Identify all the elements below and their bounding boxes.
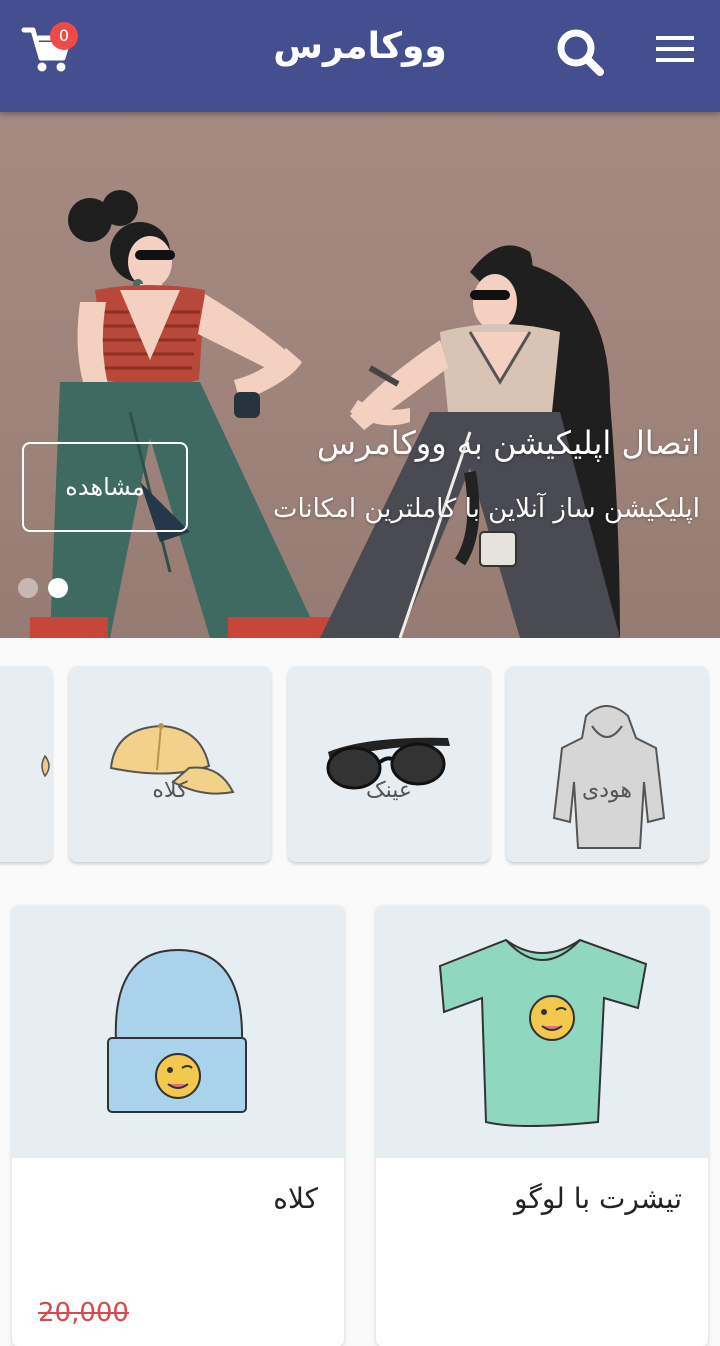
category-card-cap[interactable]: کلاه [69, 666, 271, 862]
hamburger-menu-icon [656, 36, 694, 62]
category-card-partial[interactable] [0, 666, 52, 862]
tshirt-icon [438, 938, 648, 1127]
product-image [12, 906, 344, 1158]
product-name: کلاه [273, 1182, 318, 1215]
slider-dot[interactable] [18, 578, 38, 598]
hero-banner[interactable]: اتصال اپلیکیشن به ووکامرس اپلیکیشن ساز آ… [0, 112, 720, 638]
hero-view-button[interactable]: مشاهده [22, 442, 188, 532]
hero-title: اتصال اپلیکیشن به ووکامرس [316, 424, 700, 462]
category-label: هودی [582, 778, 632, 803]
cap-icon [109, 723, 235, 795]
product-old-price: 20,000 [38, 1298, 129, 1328]
category-label: کلاه [152, 778, 188, 803]
app-bar: 0 ووکامرس [0, 0, 720, 112]
search-button[interactable] [552, 24, 608, 80]
category-card-hoodie[interactable]: هودی [506, 666, 708, 862]
category-label: عینک [365, 778, 413, 803]
hero-illustration [30, 190, 620, 638]
menu-button[interactable] [652, 30, 700, 70]
hero-subtitle: اپلیکیشن ساز آنلاین با کاملترین امکانات [273, 494, 700, 524]
search-icon [557, 29, 604, 76]
category-image [41, 754, 50, 778]
product-card-beanie[interactable]: کلاه 20,000 [12, 906, 344, 1346]
beanie-icon [107, 948, 247, 1113]
product-name: تیشرت با لوگو [514, 1182, 682, 1215]
slider-dot-active[interactable] [48, 578, 68, 598]
sunglasses-icon [326, 737, 450, 790]
hoodie-icon [552, 705, 666, 849]
product-card-tshirt[interactable]: تیشرت با لوگو [376, 906, 708, 1346]
category-card-glasses[interactable]: عینک [288, 666, 490, 862]
category-strip[interactable]: کلاه عینک هودی [0, 638, 720, 878]
app-title: ووکامرس [273, 26, 447, 67]
product-image [376, 906, 708, 1158]
